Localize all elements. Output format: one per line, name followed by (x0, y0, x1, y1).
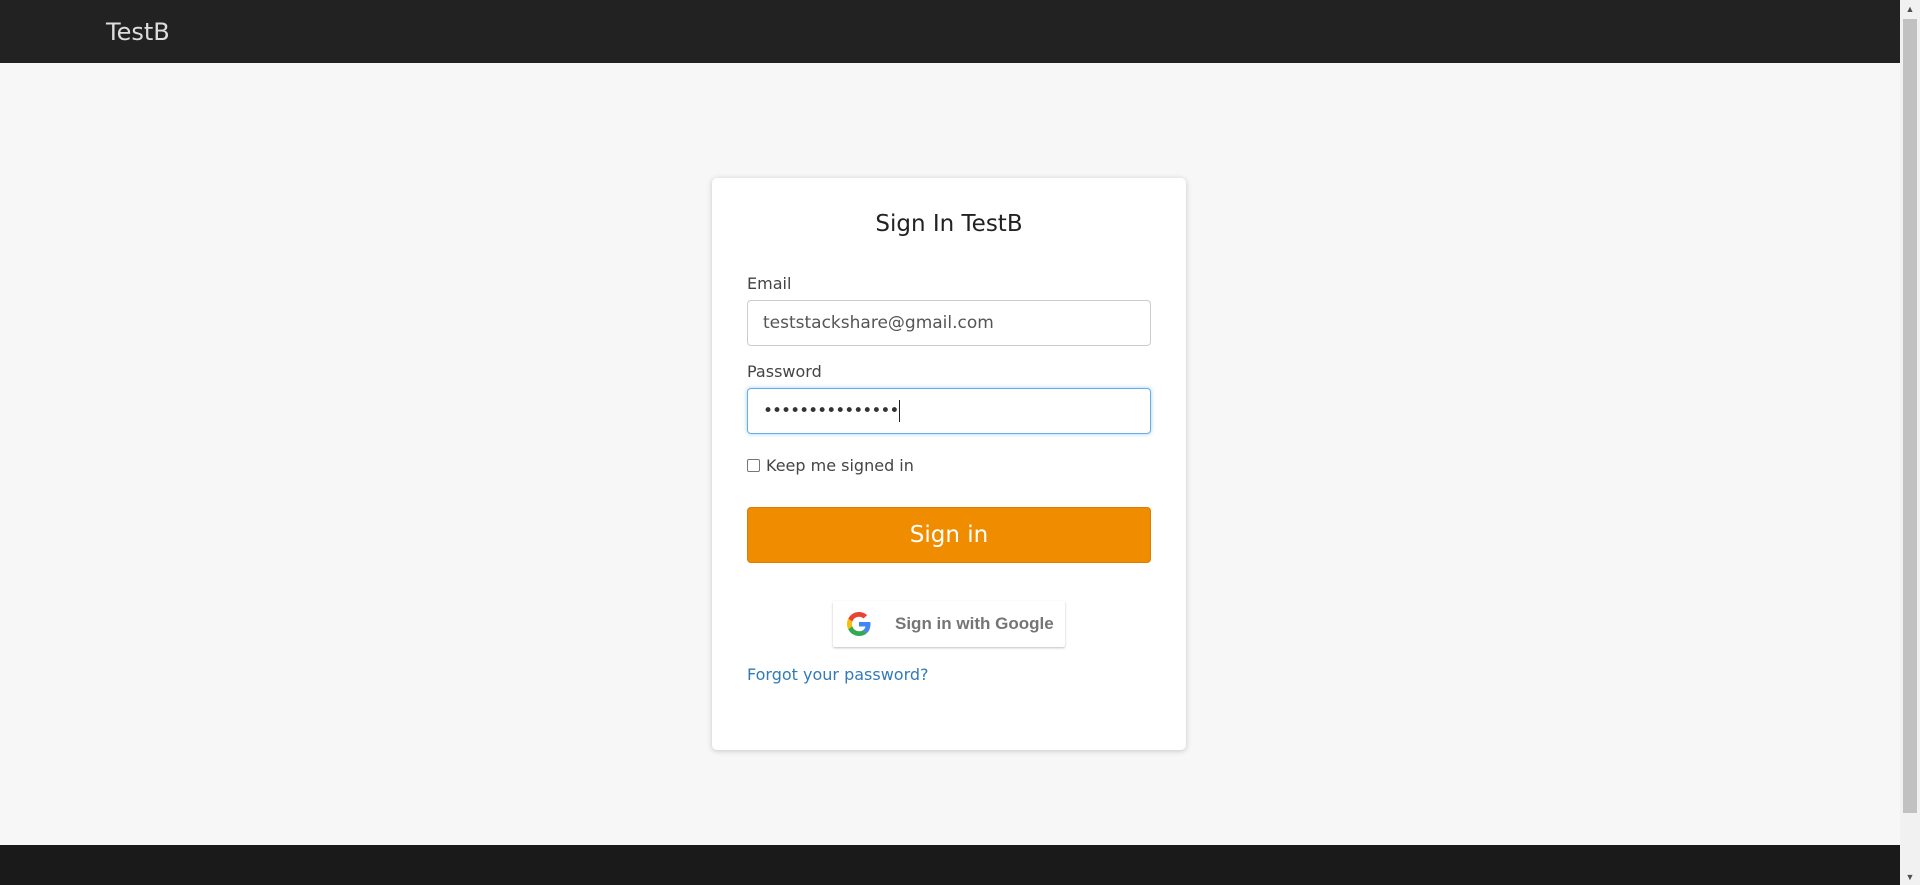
forgot-password-link[interactable]: Forgot your password? (747, 665, 929, 684)
password-input[interactable]: ••••••••••••••• (747, 388, 1151, 434)
text-caret (899, 400, 901, 422)
page-footer (0, 845, 1900, 885)
remember-me-label[interactable]: Keep me signed in (766, 456, 914, 475)
signin-title: Sign In TestB (875, 211, 1023, 237)
password-masked-value: ••••••••••••••• (763, 401, 899, 421)
signin-card: Sign In TestB Email Password •••••••••••… (712, 178, 1186, 750)
google-signin-wrap: Sign in with Google (747, 601, 1151, 647)
top-navbar: TestB (0, 0, 1900, 63)
remember-me-checkbox[interactable] (747, 458, 760, 472)
password-label: Password (747, 362, 822, 381)
email-label: Email (747, 274, 792, 293)
vertical-scrollbar[interactable]: ▲ ▼ (1900, 0, 1920, 885)
remember-me-row: Keep me signed in (747, 455, 1151, 475)
signin-button[interactable]: Sign in (747, 507, 1151, 563)
google-g-icon (847, 612, 871, 636)
browser-viewport: TestB Sign In TestB Email Password •••••… (0, 0, 1920, 885)
scroll-up-arrow-icon[interactable]: ▲ (1900, 0, 1920, 17)
scroll-down-arrow-icon[interactable]: ▼ (1900, 868, 1920, 885)
google-signin-label: Sign in with Google (895, 614, 1054, 633)
brand-link[interactable]: TestB (106, 18, 170, 46)
main-content: Sign In TestB Email Password •••••••••••… (0, 63, 1900, 845)
email-input[interactable] (747, 300, 1151, 346)
scrollbar-thumb[interactable] (1903, 19, 1917, 813)
google-signin-button[interactable]: Sign in with Google (833, 601, 1065, 647)
